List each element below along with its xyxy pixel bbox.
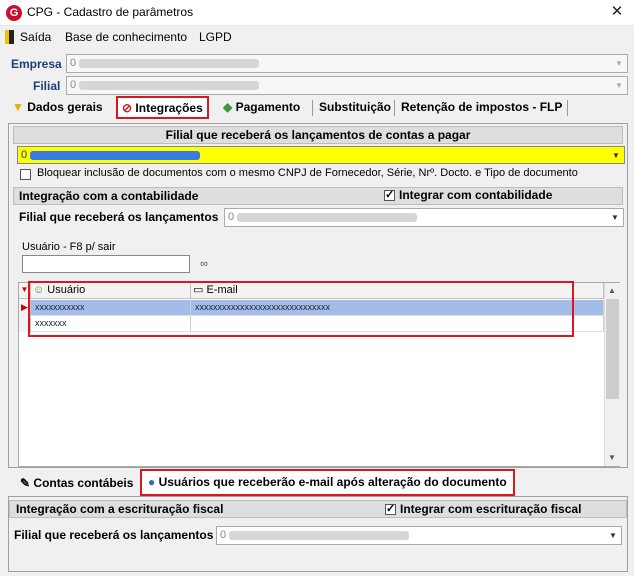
tab-label: Retenção de impostos - FLP — [401, 100, 563, 114]
integrate-fiscal-label: Integrar com escrituração fiscal — [400, 502, 582, 516]
user-search-input[interactable] — [22, 255, 190, 273]
window-title: CPG - Cadastro de parâmetros — [27, 5, 194, 19]
funnel-icon: ▼ — [12, 100, 24, 114]
chevron-down-icon: ▼ — [611, 213, 619, 222]
filial-value: 0 — [70, 79, 77, 91]
user-icon: ● — [148, 475, 156, 489]
empresa-value: 0 — [70, 57, 77, 69]
app-logo-icon: G — [6, 5, 22, 21]
tab-label: Contas contábeis — [33, 476, 134, 490]
menu-item-base-conhecimento[interactable]: Base de conhecimento — [65, 30, 187, 44]
fiscal-section-title: Integração com a escrituração fiscal — [16, 502, 224, 516]
chevron-down-icon: ▼ — [612, 151, 620, 160]
scroll-up-icon[interactable]: ▲ — [608, 286, 616, 295]
tab-label: Usuários que receberão e-mail após alter… — [158, 475, 507, 489]
integration-icon: ⊘ — [122, 101, 133, 115]
fiscal-branch-value: 0 — [220, 529, 227, 541]
fiscal-branch-select[interactable]: 0 ▼ — [216, 526, 622, 545]
payables-branch-select[interactable]: 0 ▼ — [17, 146, 625, 164]
exit-door-icon — [5, 30, 14, 44]
scroll-down-icon[interactable]: ▼ — [608, 453, 616, 462]
menu-item-lgpd[interactable]: LGPD — [199, 30, 232, 44]
tab-label: Substituição — [319, 100, 392, 114]
filial-select[interactable]: 0 ▼ — [66, 76, 628, 95]
tab-label: Integrações — [135, 101, 203, 115]
user-search-label: Usuário - F8 p/ sair — [22, 241, 116, 253]
tab-retencao-impostos[interactable]: Retenção de impostos - FLP — [397, 98, 566, 118]
integrate-accounting-checkbox[interactable] — [384, 188, 395, 201]
tab-contas-contabeis[interactable]: ✎ Contas contábeis — [16, 474, 137, 494]
payables-branch-value: 0 — [21, 149, 28, 161]
tab-divider — [312, 100, 313, 116]
menu-bar: Saída Base de conhecimento LGPD — [0, 27, 634, 47]
tab-usuarios-email[interactable]: ● Usuários que receberão e-mail após alt… — [140, 469, 515, 496]
grid-vertical-scrollbar[interactable]: ▲ ▼ — [604, 283, 620, 466]
block-duplicate-checkbox[interactable] — [20, 169, 31, 180]
tab-divider — [394, 100, 395, 116]
tab-integracoes[interactable]: ⊘ Integrações — [116, 96, 209, 119]
title-bar: G CPG - Cadastro de parâmetros ✕ — [0, 0, 634, 26]
accounting-branch-label: Filial que receberá os lançamentos — [19, 210, 219, 224]
money-icon: ◆ — [223, 100, 233, 114]
binoculars-icon[interactable]: ∞ — [193, 255, 215, 274]
tab-dados-gerais[interactable]: ▼ Dados gerais — [8, 98, 107, 118]
tab-label: Pagamento — [235, 100, 301, 114]
tab-pagamento[interactable]: ◆ Pagamento — [219, 98, 304, 118]
accounting-branch-select[interactable]: 0 ▼ — [224, 208, 624, 227]
block-duplicate-label: Bloquear inclusão de documentos com o me… — [37, 167, 578, 179]
payables-section-header: Filial que receberá os lançamentos de co… — [13, 126, 623, 144]
close-button[interactable]: ✕ — [604, 2, 630, 22]
accounting-branch-value: 0 — [228, 211, 235, 223]
pen-icon: ✎ — [20, 476, 31, 490]
empresa-select[interactable]: 0 ▼ — [66, 54, 628, 73]
tab-substituicao[interactable]: Substituição — [315, 98, 395, 118]
chevron-down-icon: ▼ — [609, 531, 617, 540]
empresa-label: Empresa — [11, 57, 62, 71]
integrate-fiscal-checkbox[interactable] — [385, 502, 396, 515]
tab-label: Dados gerais — [27, 100, 103, 114]
integrate-accounting-label: Integrar com contabilidade — [399, 188, 553, 202]
accounting-section-title: Integração com a contabilidade — [19, 189, 199, 203]
fiscal-branch-label: Filial que receberá os lançamentos — [14, 528, 214, 542]
chevron-down-icon: ▼ — [615, 81, 623, 90]
scroll-thumb[interactable] — [606, 299, 619, 399]
tab-divider — [567, 100, 568, 116]
grid-highlight-box — [28, 281, 574, 337]
filial-label: Filial — [33, 79, 61, 93]
menu-item-saida[interactable]: Saída — [20, 30, 51, 44]
chevron-down-icon: ▼ — [615, 59, 623, 68]
